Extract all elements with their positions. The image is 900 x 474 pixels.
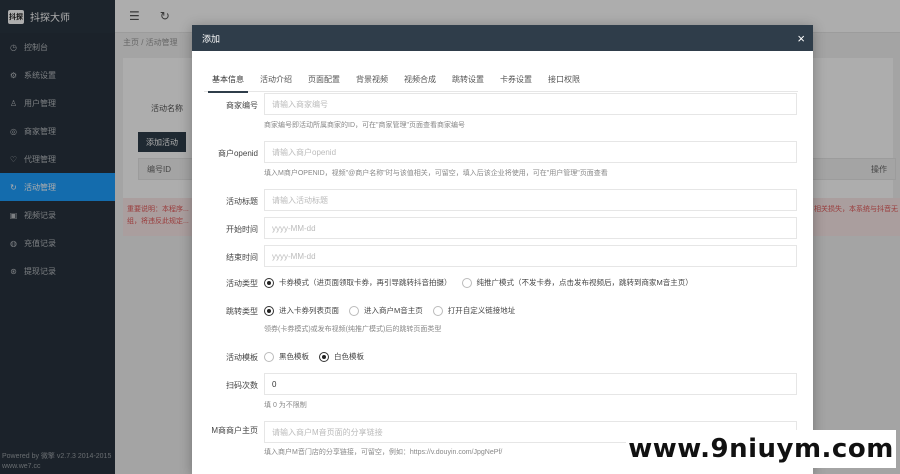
radio-checked-icon xyxy=(264,305,274,316)
modal-header: 添加 × xyxy=(192,25,813,51)
share-link-label: M商商户主页 xyxy=(211,426,258,435)
radio-unchecked-icon xyxy=(349,305,359,316)
jump-type-radios: 进入卡券列表页面 进入商户M音主页 打开自定义链接地址 xyxy=(264,305,515,316)
start-time-label: 开始时间 xyxy=(226,225,258,234)
type-option-promo[interactable]: 纯推广模式（不发卡券，点击发布视频后，跳转到商家M音主页） xyxy=(461,277,693,288)
activity-type-radios: 卡券模式（进页面领取卡券，再引导跳转抖音拍摄） 纯推广模式（不发卡券，点击发布视… xyxy=(264,277,693,288)
end-time-input[interactable]: yyyy-MM-dd xyxy=(264,245,797,267)
share-count-hint: 填 0 为不限制 xyxy=(264,402,307,409)
start-time-input[interactable]: yyyy-MM-dd xyxy=(264,217,797,239)
template-radios: 黑色模板 白色模板 xyxy=(264,351,364,362)
option-label: 白色模板 xyxy=(334,352,364,361)
title-label: 活动标题 xyxy=(226,197,258,206)
jump-option-homepage[interactable]: 进入商户M音主页 xyxy=(349,305,423,316)
openid-hint: 填入M商户OPENID，视频"@商户名称"时与该值相关，可留空，填入后该企业将使… xyxy=(264,170,608,177)
activity-type-label: 活动类型 xyxy=(226,279,258,288)
openid-input[interactable]: 请输入商户openid xyxy=(264,141,797,163)
template-option-black[interactable]: 黑色模板 xyxy=(264,351,309,362)
radio-checked-icon xyxy=(264,277,274,288)
tab-page-config[interactable]: 页面配置 xyxy=(300,67,348,92)
end-time-label: 结束时间 xyxy=(226,253,258,262)
radio-unchecked-icon xyxy=(432,305,443,316)
jump-option-custom-link[interactable]: 打开自定义链接地址 xyxy=(432,305,516,316)
tab-api-permissions[interactable]: 接口权限 xyxy=(540,67,588,92)
jump-type-label: 跳转类型 xyxy=(226,307,258,316)
merchant-no-label: 商家编号 xyxy=(226,101,258,110)
jump-type-hint: 领券(卡券模式)或发布视频(纯推广模式)后的跳转页面类型 xyxy=(264,326,442,333)
modal-tabs: 基本信息 活动介绍 页面配置 背景视频 视频合成 跳转设置 卡券设置 接口权限 xyxy=(204,67,798,93)
radio-checked-icon xyxy=(319,351,329,362)
radio-unchecked-icon xyxy=(461,277,472,288)
tab-jump-settings[interactable]: 跳转设置 xyxy=(444,67,492,92)
option-label: 打开自定义链接地址 xyxy=(447,306,516,315)
jump-option-coupon-list[interactable]: 进入卡券列表页面 xyxy=(264,305,339,316)
share-link-hint: 填入商户M音门店的分享链接，可留空，例如：https://v.douyin.co… xyxy=(264,449,503,456)
option-label: 卡券模式（进页面领取卡券，再引导跳转抖音拍摄） xyxy=(279,278,452,287)
close-icon[interactable]: × xyxy=(797,31,805,46)
tab-coupon-settings[interactable]: 卡券设置 xyxy=(492,67,540,92)
template-option-white[interactable]: 白色模板 xyxy=(319,351,364,362)
tab-bg-video[interactable]: 背景视频 xyxy=(348,67,396,92)
modal-title: 添加 xyxy=(202,33,221,44)
share-count-input[interactable]: 0 xyxy=(264,373,797,395)
tab-video-compose[interactable]: 视频合成 xyxy=(396,67,444,92)
type-option-coupon[interactable]: 卡券模式（进页面领取卡券，再引导跳转抖音拍摄） xyxy=(264,277,452,288)
tab-basic-info[interactable]: 基本信息 xyxy=(204,67,252,93)
merchant-no-input[interactable]: 请输入商家编号 xyxy=(264,93,797,115)
add-activity-modal: 添加 × 基本信息 活动介绍 页面配置 背景视频 视频合成 跳转设置 卡券设置 … xyxy=(192,25,813,474)
title-input[interactable]: 请输入活动标题 xyxy=(264,189,797,211)
option-label: 进入卡券列表页面 xyxy=(279,306,339,315)
watermark-text: www.9niuym.com xyxy=(626,430,896,468)
openid-label: 商户openid xyxy=(217,149,258,158)
option-label: 进入商户M音主页 xyxy=(364,306,423,315)
merchant-no-hint: 商家编号即活动所属商家的ID，可在"商家管理"页面查看商家编号 xyxy=(264,122,465,129)
share-count-label: 扫码次数 xyxy=(226,381,258,390)
radio-unchecked-icon xyxy=(264,351,274,362)
option-label: 黑色模板 xyxy=(279,352,309,361)
option-label: 纯推广模式（不发卡券，点击发布视频后，跳转到商家M音主页） xyxy=(476,278,693,287)
tab-intro[interactable]: 活动介绍 xyxy=(252,67,300,92)
template-label: 活动模板 xyxy=(226,353,258,362)
